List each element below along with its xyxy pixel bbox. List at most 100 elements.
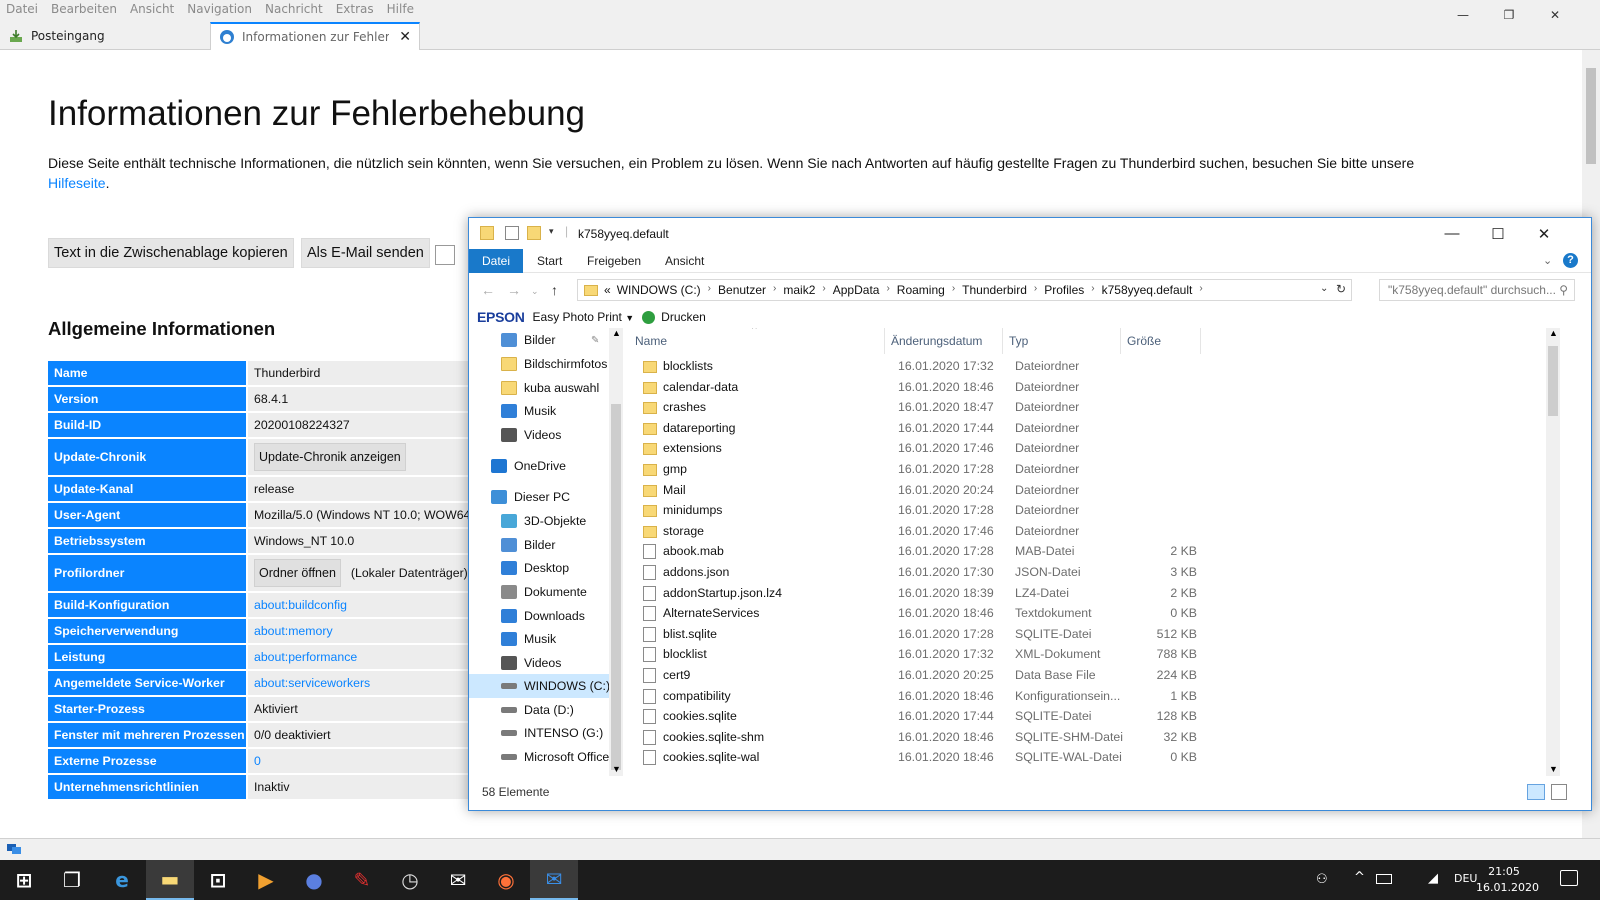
file-row[interactable]: datareporting 16.01.2020 17:44 Dateiordner	[639, 418, 1209, 439]
recent-locations-icon[interactable]: ⌄	[531, 286, 539, 297]
send-email-button[interactable]: Als E-Mail senden	[301, 238, 430, 268]
address-bar[interactable]: « WINDOWS (C:) › Benutzer › maik2 › AppData › Ro…	[577, 279, 1352, 301]
file-row[interactable]: blist.sqlite 16.01.2020 17:28 SQLITE-Datei…	[639, 624, 1209, 645]
file-row[interactable]: abook.mab 16.01.2020 17:28 MAB-Datei 2 KB	[639, 541, 1209, 562]
nav-item[interactable]: 3D-Objekte	[469, 509, 609, 533]
breadcrumb-chevron-icon[interactable]: ›	[822, 283, 825, 297]
file-row[interactable]: crashes 16.01.2020 18:47 Dateiordner	[639, 397, 1209, 418]
expand-ribbon-icon[interactable]: ⌄	[1543, 254, 1552, 267]
file-row[interactable]: Mail 16.01.2020 20:24 Dateiordner	[639, 480, 1209, 501]
breadcrumb-chevron-icon[interactable]: ›	[1034, 283, 1037, 297]
nav-item[interactable]: Bilder	[469, 533, 609, 557]
nav-item[interactable]: Bildschirmfotos	[469, 352, 609, 376]
file-row[interactable]: cookies.sqlite 16.01.2020 17:44 SQLITE-Dat…	[639, 706, 1209, 727]
file-list-scrollbar[interactable]: ▲ ▼	[1546, 328, 1560, 776]
ribbon-tab-file[interactable]: Datei	[469, 249, 524, 273]
nav-item[interactable]: Dieser PC	[469, 485, 609, 509]
help-icon[interactable]: ?	[1563, 253, 1578, 268]
column-date[interactable]: Änderungsdatum	[885, 328, 1003, 354]
breadcrumb-chevron-icon[interactable]: ›	[1199, 283, 1202, 297]
nav-item[interactable]: OneDrive	[469, 454, 609, 478]
file-explorer-icon[interactable]: ▬	[146, 860, 194, 900]
tab-inbox[interactable]: Posteingang	[0, 22, 208, 50]
edge-icon[interactable]: e	[98, 860, 146, 900]
breadcrumb-segment[interactable]: k758yyeq.default	[1102, 283, 1193, 297]
menu-item-nachricht[interactable]: Nachricht	[265, 2, 323, 16]
search-icon[interactable]: ⚲	[1559, 283, 1568, 297]
file-scroll-thumb[interactable]	[1548, 346, 1558, 416]
clock[interactable]: 21:05 16.01.2020	[1476, 864, 1539, 896]
info-action-button[interactable]: Update-Chronik anzeigen	[254, 443, 406, 471]
action-center-icon[interactable]	[1560, 870, 1578, 886]
file-row[interactable]: addons.json 16.01.2020 17:30 JSON-Datei 3 K…	[639, 562, 1209, 583]
nav-scrollbar[interactable]: ▲ ▼	[609, 328, 623, 776]
media-player-icon[interactable]: ▶	[242, 860, 290, 900]
nav-item[interactable]: Desktop	[469, 556, 609, 580]
file-row[interactable]: addonStartup.json.lz4 16.01.2020 18:39 LZ4…	[639, 583, 1209, 604]
battery-icon[interactable]	[1376, 874, 1392, 884]
ribbon-tab-share[interactable]: Freigeben	[575, 249, 653, 273]
nav-item[interactable]: Musik	[469, 399, 609, 423]
menu-item-hilfe[interactable]: Hilfe	[387, 2, 414, 16]
file-row[interactable]: gmp 16.01.2020 17:28 Dateiordner	[639, 459, 1209, 480]
breadcrumb-chevron-icon[interactable]: ›	[886, 283, 889, 297]
breadcrumb-segment[interactable]: Roaming	[897, 283, 945, 297]
network-icon[interactable]: ◢	[1428, 871, 1438, 886]
nav-item[interactable]: Videos	[469, 423, 609, 447]
online-status-icon[interactable]	[6, 842, 22, 856]
firefox-icon[interactable]: ◉	[482, 860, 530, 900]
quick-access-dropdown-icon[interactable]: ▾	[549, 226, 554, 237]
start-icon[interactable]: ⊞	[0, 860, 48, 900]
search-input[interactable]: "k758yyeq.default" durchsuch... ⚲	[1379, 279, 1575, 301]
nav-item[interactable]: Microsoft Office	[469, 745, 609, 769]
info-link[interactable]: about:buildconfig	[254, 598, 347, 612]
store-icon[interactable]: ⊡	[194, 860, 242, 900]
scroll-down-icon[interactable]: ▼	[1549, 764, 1558, 774]
back-icon[interactable]: ←	[481, 282, 495, 298]
properties-icon[interactable]	[505, 226, 519, 240]
large-icons-view-icon[interactable]	[1551, 784, 1567, 800]
people-icon[interactable]: ⚇	[1316, 872, 1328, 887]
nav-item[interactable]: Musik	[469, 627, 609, 651]
info-link[interactable]: about:memory	[254, 624, 333, 638]
menu-item-ansicht[interactable]: Ansicht	[130, 2, 174, 16]
menu-item-bearbeiten[interactable]: Bearbeiten	[51, 2, 117, 16]
breadcrumb-segment[interactable]: maik2	[783, 283, 815, 297]
nav-item[interactable]: Dokumente	[469, 580, 609, 604]
raw-data-checkbox[interactable]	[435, 245, 455, 265]
nav-scroll-thumb[interactable]	[611, 404, 621, 770]
forward-icon[interactable]: →	[507, 282, 521, 298]
scroll-down-icon[interactable]: ▼	[612, 764, 621, 774]
file-row[interactable]: cookies.sqlite-wal 16.01.2020 18:46 SQLITE…	[639, 747, 1209, 768]
maximize-button[interactable]: ☐	[1475, 218, 1521, 249]
thunderbird-icon[interactable]: ✉	[530, 860, 578, 900]
breadcrumb-chevron-icon[interactable]: ›	[952, 283, 955, 297]
language-indicator[interactable]: DEU	[1454, 872, 1477, 885]
breadcrumb-segment[interactable]: Profiles	[1044, 283, 1084, 297]
clock-app-icon[interactable]: ◷	[386, 860, 434, 900]
copy-to-clipboard-button[interactable]: Text in die Zwischenablage kopieren	[48, 238, 294, 268]
ribbon-tab-start[interactable]: Start	[525, 249, 574, 273]
ribbon-tab-view[interactable]: Ansicht	[653, 249, 716, 273]
breadcrumb-chevron-icon[interactable]: ›	[1091, 283, 1094, 297]
up-icon[interactable]: ↑	[551, 282, 558, 298]
file-row[interactable]: minidumps 16.01.2020 17:28 Dateiordner	[639, 500, 1209, 521]
tab-troubleshooting[interactable]: Informationen zur Fehlerbeh ✕	[210, 22, 420, 50]
breadcrumb-segment[interactable]: Thunderbird	[962, 283, 1027, 297]
file-row[interactable]: blocklists 16.01.2020 17:32 Dateiordner	[639, 356, 1209, 377]
file-row[interactable]: cookies.sqlite-shm 16.01.2020 18:46 SQLITE…	[639, 727, 1209, 748]
column-name[interactable]: Name	[629, 328, 885, 354]
breadcrumb-chevron-icon[interactable]: ›	[773, 283, 776, 297]
breadcrumb-chevron-icon[interactable]: ›	[708, 283, 711, 297]
help-page-link[interactable]: Hilfeseite	[48, 175, 106, 191]
easy-photo-print-button[interactable]: Easy Photo Print ▼	[533, 310, 635, 324]
scroll-thumb[interactable]	[1586, 68, 1596, 164]
file-row[interactable]: blocklist 16.01.2020 17:32 XML-Dokument 788…	[639, 644, 1209, 665]
file-row[interactable]: AlternateServices 16.01.2020 18:46 Textdok…	[639, 603, 1209, 624]
info-link[interactable]: about:performance	[254, 650, 357, 664]
column-size[interactable]: Größe	[1121, 328, 1201, 354]
nav-item[interactable]: INTENSO (G:)	[469, 721, 609, 745]
nav-item[interactable]: Data (D:)	[469, 698, 609, 722]
app-icon[interactable]: ●	[290, 860, 338, 900]
menu-item-navigation[interactable]: Navigation	[187, 2, 252, 16]
